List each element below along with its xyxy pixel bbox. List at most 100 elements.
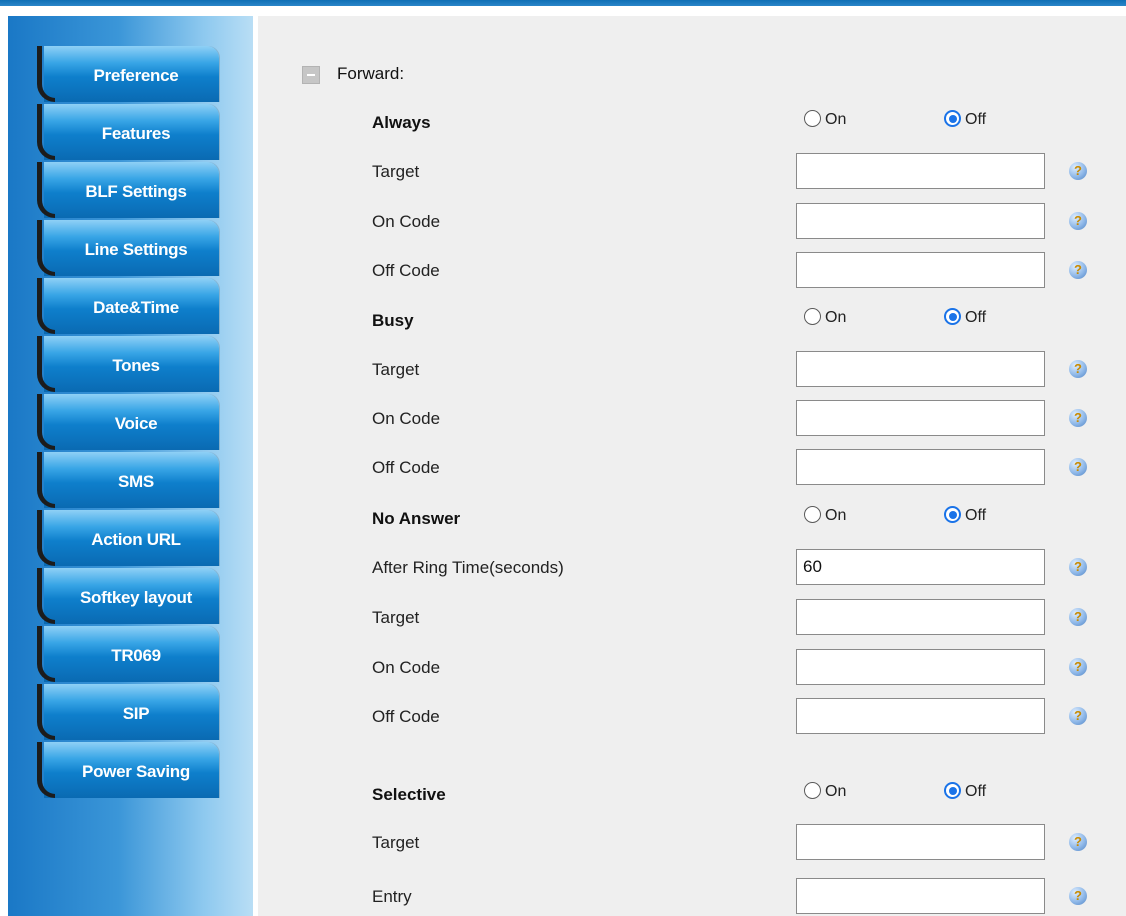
radio-label: Off xyxy=(965,507,987,524)
no-answer-target-input[interactable] xyxy=(796,599,1045,635)
radio-icon[interactable] xyxy=(804,110,821,127)
after-ring-time-input[interactable] xyxy=(796,549,1045,585)
help-icon[interactable]: ? xyxy=(1069,360,1087,378)
nav-item-label: Line Settings xyxy=(84,240,188,259)
nav-item-softkey-layout[interactable]: Softkey layout xyxy=(37,568,219,624)
nav-item-label: Features xyxy=(101,124,171,143)
radio-label: On xyxy=(825,111,847,128)
field-label: On Code xyxy=(372,212,441,231)
busy-target-input[interactable] xyxy=(796,351,1045,387)
radio-icon[interactable] xyxy=(804,506,821,523)
selective-entry-input[interactable] xyxy=(796,878,1045,914)
no-answer-on-code-row: On Code ? xyxy=(258,649,1126,685)
no-answer-off-code-input[interactable] xyxy=(796,698,1045,734)
nav-item-label: Voice xyxy=(114,414,158,433)
radio-label: Off xyxy=(965,111,987,128)
radio-icon[interactable] xyxy=(804,308,821,325)
nav-item-date-time[interactable]: Date&Time xyxy=(37,278,219,334)
nav-item-label: Power Saving xyxy=(82,762,190,781)
field-label: Target xyxy=(372,360,420,379)
radio-label: Off xyxy=(965,783,987,800)
nav-item-tr069[interactable]: TR069 xyxy=(37,626,219,682)
selective-target-input[interactable] xyxy=(796,824,1045,860)
radio-label: On xyxy=(825,309,847,326)
nav-item-sms[interactable]: SMS xyxy=(37,452,219,508)
nav-item-line-settings[interactable]: Line Settings xyxy=(37,220,219,276)
help-icon[interactable]: ? xyxy=(1069,409,1087,427)
help-icon[interactable]: ? xyxy=(1069,458,1087,476)
radio-icon[interactable] xyxy=(944,110,961,127)
field-label: On Code xyxy=(372,658,441,677)
nav-item-sip[interactable]: SIP xyxy=(37,684,219,740)
no-answer-target-row: Target ? xyxy=(258,599,1126,635)
busy-on-code-row: On Code ? xyxy=(258,400,1126,436)
busy-off-code-row: Off Code ? xyxy=(258,449,1126,485)
nav-item-preference[interactable]: Preference xyxy=(37,46,219,102)
field-label: Target xyxy=(372,608,420,627)
field-label: Always xyxy=(372,113,431,132)
help-icon[interactable]: ? xyxy=(1069,162,1087,180)
content-panel: Forward: Always On Off Target ? On Code … xyxy=(258,16,1126,916)
field-label: On Code xyxy=(372,409,441,428)
radio-label: On xyxy=(825,783,847,800)
busy-target-row: Target ? xyxy=(258,351,1126,387)
no-answer-off-code-row: Off Code ? xyxy=(258,698,1126,734)
forward-always-row: Always On Off xyxy=(258,104,1126,140)
forward-no-answer-row: No Answer On Off xyxy=(258,500,1126,536)
nav-item-label: SMS xyxy=(118,472,154,491)
selective-target-row: Target ? xyxy=(258,824,1126,860)
field-label: No Answer xyxy=(372,509,461,528)
always-off-code-input[interactable] xyxy=(796,252,1045,288)
nav-item-label: Tones xyxy=(112,356,160,375)
radio-icon[interactable] xyxy=(944,782,961,799)
help-icon[interactable]: ? xyxy=(1069,212,1087,230)
always-off-code-row: Off Code ? xyxy=(258,252,1126,288)
nav-item-action-url[interactable]: Action URL xyxy=(37,510,219,566)
sidebar: Preference Features BLF Settings Line Se… xyxy=(8,16,253,916)
help-icon[interactable]: ? xyxy=(1069,707,1087,725)
field-label: Entry xyxy=(372,887,412,906)
forward-selective-row: Selective On Off xyxy=(258,776,1126,812)
always-on-code-row: On Code ? xyxy=(258,203,1126,239)
radio-icon[interactable] xyxy=(944,506,961,523)
radio-label: On xyxy=(825,507,847,524)
section-title: Forward: xyxy=(337,64,405,83)
help-icon[interactable]: ? xyxy=(1069,558,1087,576)
radio-icon[interactable] xyxy=(944,308,961,325)
always-target-row: Target ? xyxy=(258,153,1126,189)
forward-busy-row: Busy On Off xyxy=(258,302,1126,338)
busy-off-code-input[interactable] xyxy=(796,449,1045,485)
help-icon[interactable]: ? xyxy=(1069,261,1087,279)
field-label: Off Code xyxy=(372,458,440,477)
radio-label: Off xyxy=(965,309,987,326)
help-icon[interactable]: ? xyxy=(1069,833,1087,851)
nav-item-tones[interactable]: Tones xyxy=(37,336,219,392)
nav-item-label: Softkey layout xyxy=(80,588,192,607)
top-bar xyxy=(0,0,1126,6)
field-label: Target xyxy=(372,833,420,852)
nav-item-features[interactable]: Features xyxy=(37,104,219,160)
nav-item-blf-settings[interactable]: BLF Settings xyxy=(37,162,219,218)
always-target-input[interactable] xyxy=(796,153,1045,189)
nav-item-power-saving[interactable]: Power Saving xyxy=(37,742,219,798)
help-icon[interactable]: ? xyxy=(1069,887,1087,905)
radio-icon[interactable] xyxy=(804,782,821,799)
minus-square-icon[interactable] xyxy=(302,66,320,84)
field-label: Busy xyxy=(372,311,414,330)
nav-item-label: Action URL xyxy=(91,530,181,549)
nav-item-label: Preference xyxy=(93,66,179,85)
help-icon[interactable]: ? xyxy=(1069,658,1087,676)
help-icon[interactable]: ? xyxy=(1069,608,1087,626)
no-answer-on-code-input[interactable] xyxy=(796,649,1045,685)
field-label: Target xyxy=(372,162,420,181)
nav-item-label: BLF Settings xyxy=(85,182,187,201)
always-on-code-input[interactable] xyxy=(796,203,1045,239)
after-ring-time-row: After Ring Time(seconds) ? xyxy=(258,549,1126,585)
nav-item-label: TR069 xyxy=(111,646,161,665)
nav-item-label: Date&Time xyxy=(93,298,179,317)
field-label: Selective xyxy=(372,785,446,804)
field-label: Off Code xyxy=(372,261,440,280)
nav-item-voice[interactable]: Voice xyxy=(37,394,219,450)
busy-on-code-input[interactable] xyxy=(796,400,1045,436)
field-label: After Ring Time(seconds) xyxy=(372,558,564,577)
